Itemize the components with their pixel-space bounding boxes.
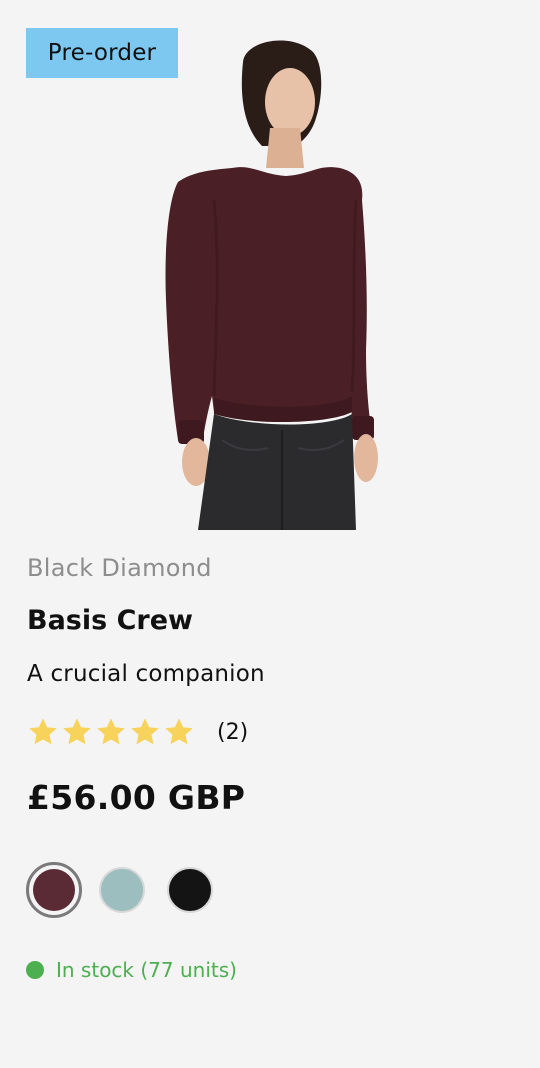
color-swatches — [26, 862, 218, 918]
product-brand[interactable]: Black Diamond — [27, 554, 212, 582]
product-image[interactable] — [0, 0, 540, 530]
star-icon — [131, 718, 159, 745]
color-swatch-black[interactable] — [162, 862, 218, 918]
stock-status-label: In stock (77 units) — [56, 958, 237, 982]
color-swatch-sage[interactable] — [94, 862, 150, 918]
stock-status-dot-icon — [26, 961, 44, 979]
review-count[interactable]: (2) — [217, 720, 248, 745]
color-swatch-burgundy[interactable] — [26, 862, 82, 918]
rating-stars — [27, 716, 195, 748]
color-swatch-fill — [33, 869, 75, 911]
pre-order-badge-label: Pre-order — [47, 40, 157, 66]
product-image-container[interactable]: Pre-order — [0, 0, 540, 530]
product-rating[interactable]: (2) — [27, 714, 248, 750]
star-icon — [29, 718, 57, 745]
stock-status: In stock (77 units) — [26, 958, 237, 982]
pre-order-badge: Pre-order — [26, 28, 178, 78]
star-icon — [97, 718, 125, 745]
product-price: £56.00 GBP — [27, 778, 246, 817]
star-icon — [165, 718, 193, 745]
star-icon — [63, 718, 91, 745]
product-subtitle: A crucial companion — [27, 661, 265, 687]
product-card[interactable]: Pre-order Black Diamond Basis Crew A cru… — [0, 0, 540, 1068]
color-swatch-fill — [99, 867, 145, 913]
product-title[interactable]: Basis Crew — [27, 605, 193, 636]
color-swatch-fill — [167, 867, 213, 913]
